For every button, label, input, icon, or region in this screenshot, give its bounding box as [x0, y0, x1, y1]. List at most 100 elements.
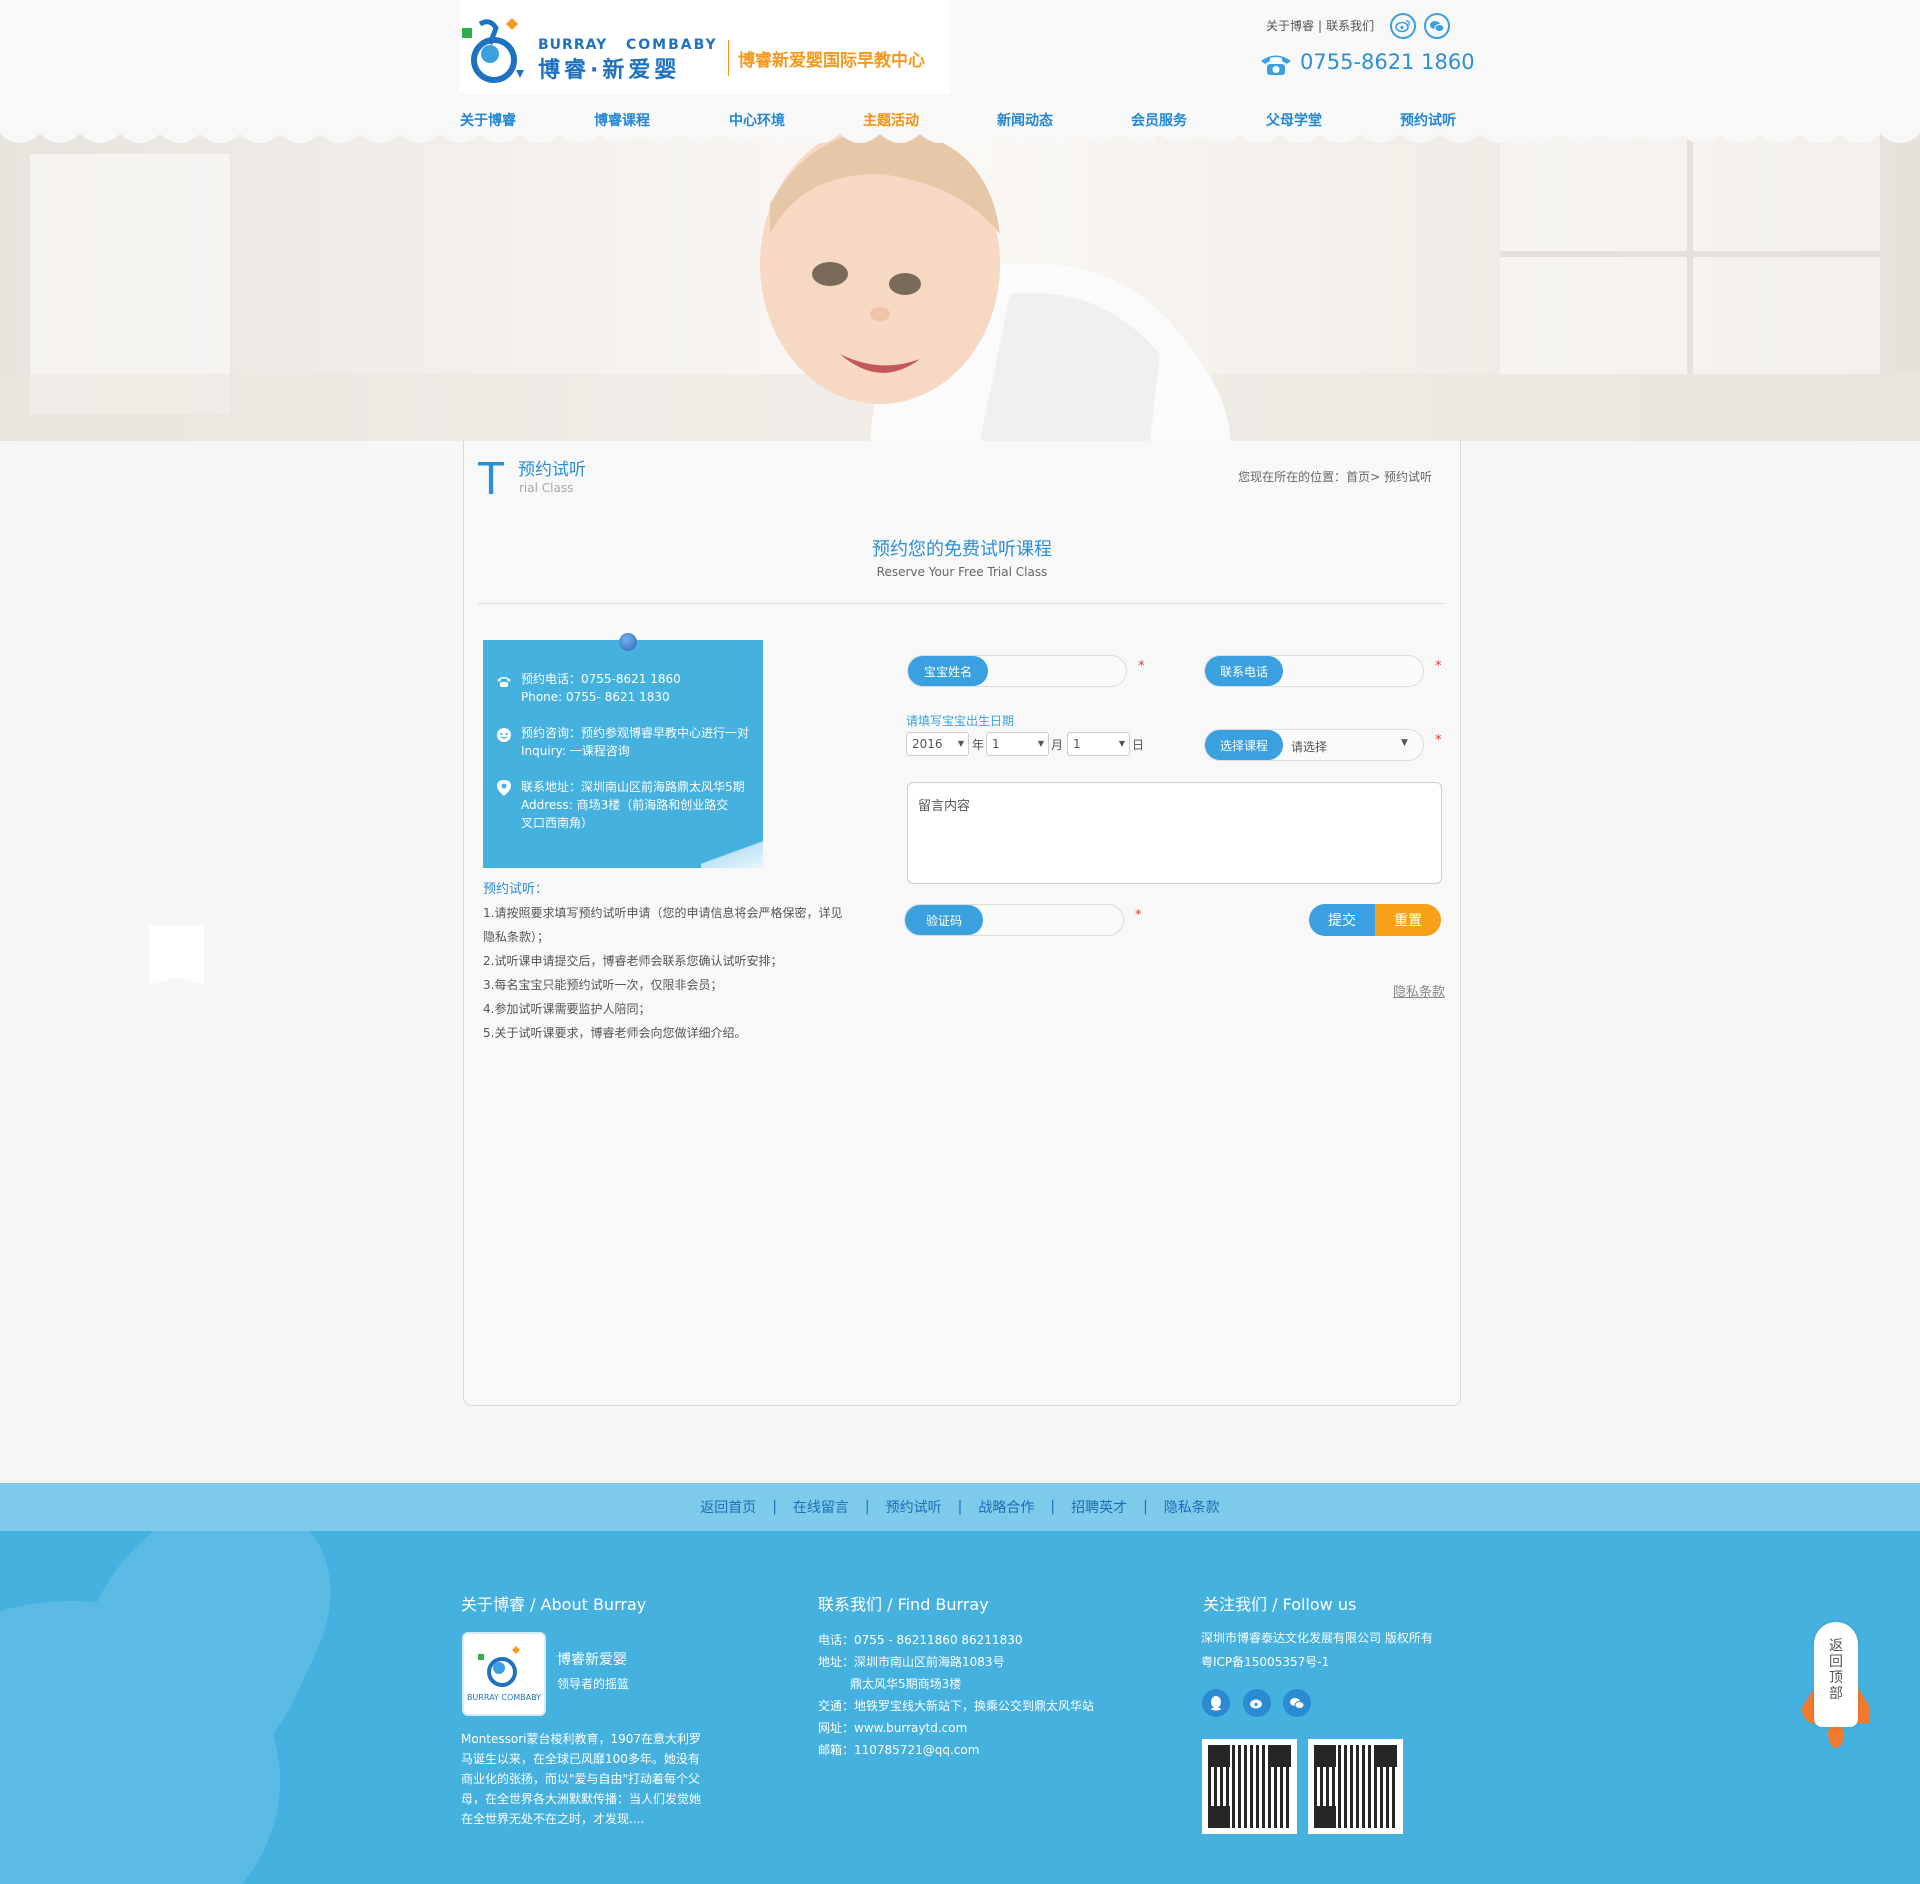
footer-icp: 粤ICP备15005357号-1 [1201, 1655, 1330, 1669]
address-line-cont: 叉口西南角） [521, 816, 594, 830]
contact-card: 预约电话：0755-8621 1860 Phone: 0755- 8621 18… [483, 633, 763, 868]
day-unit: 日 [1132, 738, 1145, 752]
nav-environment[interactable]: 中心环境 [729, 110, 785, 130]
logo-mark-icon [462, 18, 524, 83]
privacy-link[interactable]: 隐私条款 [1393, 981, 1445, 1000]
top-links: 关于博睿 | 联系我们 [1266, 17, 1374, 34]
breadcrumb: 您现在所在的位置：首页> 预约试听 [1238, 470, 1432, 484]
logo-en-combaby: COMBABY [626, 37, 718, 53]
content-panel: T 预约试听 rial Class 您现在所在的位置：首页> 预约试听 预约您的… [463, 441, 1461, 1406]
notes-item: 5.关于试听课要求，博睿老师会向您做详细介绍。 [483, 1026, 747, 1040]
location-pin-icon [496, 780, 512, 796]
footer-link-home[interactable]: 返回首页 [700, 1497, 756, 1517]
footer-link-separator: | [957, 1499, 963, 1515]
captcha-label: 验证码 [905, 905, 983, 935]
captcha-field[interactable]: 验证码 [904, 904, 1124, 936]
chat-icon [496, 727, 512, 743]
phone-field[interactable]: 联系电话 [1204, 655, 1424, 687]
required-mark: * [1435, 659, 1442, 674]
nav-parents[interactable]: 父母学堂 [1266, 110, 1322, 130]
phone-info: 预约电话：0755-8621 1860 Phone: 0755- 8621 18… [521, 670, 681, 706]
footer-link-trial[interactable]: 预约试听 [886, 1497, 942, 1517]
course-label: 选择课程 [1205, 730, 1283, 760]
footer-link-partners[interactable]: 战略合作 [978, 1497, 1034, 1517]
baby-name-label: 宝宝姓名 [908, 656, 988, 686]
phone-line: 预约电话：0755-8621 1860 [521, 672, 681, 686]
year-select[interactable]: 2016 ▼ [906, 732, 969, 756]
weibo-icon[interactable] [1243, 1689, 1271, 1717]
footer-link-careers[interactable]: 招聘英才 [1071, 1497, 1127, 1517]
footer-link-separator: | [1050, 1499, 1056, 1515]
birth-date-hint: 请填写宝宝出生日期 [906, 714, 1015, 728]
footer-copyright: 深圳市博睿泰达文化发展有限公司 版权所有 [1201, 1631, 1433, 1645]
nav-about[interactable]: 关于博睿 [460, 110, 516, 130]
header: BURRAY COMBABY 博睿·新爱婴 博睿新爱婴国际早教中心 关于博睿 |… [0, 0, 1920, 94]
weibo-icon[interactable] [1390, 13, 1416, 39]
baby-name-field[interactable]: 宝宝姓名 [907, 655, 1127, 687]
top-link-separator: | [1318, 18, 1323, 33]
chevron-down-icon: ▼ [1401, 738, 1408, 748]
nav-courses[interactable]: 博睿课程 [594, 110, 650, 130]
month-unit: 月 [1051, 738, 1064, 752]
nav-activities[interactable]: 主题活动 [863, 110, 919, 130]
reset-button[interactable]: 重置 [1375, 904, 1441, 936]
footer-link-separator: | [864, 1499, 870, 1515]
svg-text:BURRAY COMBABY: BURRAY COMBABY [467, 1693, 541, 1702]
back-to-top-button[interactable]: 返回顶部 [1802, 1622, 1870, 1752]
footer-brand-name: 博睿新爱婴 [557, 1652, 627, 1668]
dropdown-arrow-icon: ▼ [1118, 739, 1125, 748]
footer-contact-line: 电话：0755 - 86211860 86211830 [818, 1633, 1023, 1647]
phone-label: 联系电话 [1205, 656, 1283, 686]
footer-link-separator: | [772, 1499, 777, 1515]
logo-slogan: 博睿新爱婴国际早教中心 [738, 51, 925, 71]
course-value: 请选择 [1291, 740, 1328, 754]
notes-item: 2.试听课申请提交后，博睿老师会联系您确认试听安排； [483, 954, 783, 968]
notes-item: 3.每名宝宝只能预约试听一次，仅限非会员； [483, 978, 723, 992]
address-info: 联系地址：深圳南山区前海路鼎太风华5期 Address: 商场3楼（前海路和创业… [521, 778, 745, 832]
required-mark: * [1135, 908, 1142, 923]
wechat-icon[interactable] [1283, 1689, 1311, 1717]
wechat-icon[interactable] [1424, 13, 1450, 39]
side-bookmark[interactable] [149, 925, 204, 985]
qq-icon[interactable] [1202, 1689, 1230, 1717]
footer-contact-line: 鼎太风华5期商场3楼 [850, 1677, 962, 1691]
logo[interactable]: BURRAY COMBABY 博睿·新爱婴 博睿新爱婴国际早教中心 [460, 0, 950, 94]
address-line: 联系地址：深圳南山区前海路鼎太风华5期 [521, 780, 745, 794]
day-select[interactable]: 1 ▼ [1067, 732, 1130, 756]
logo-divider [728, 40, 729, 76]
year-unit: 年 [972, 738, 985, 752]
footer-website[interactable]: 网址：www.burraytd.com [818, 1717, 967, 1739]
nav-news[interactable]: 新闻动态 [997, 110, 1053, 130]
submit-button[interactable]: 提交 [1309, 904, 1375, 936]
page-title-initial: T [477, 452, 506, 504]
nav-members[interactable]: 会员服务 [1131, 110, 1187, 130]
phone-icon [1261, 55, 1291, 75]
address-line-en: Address: 商场3楼（前海路和创业路交 [521, 798, 729, 812]
inquiry-line-en: Inquiry: 一课程咨询 [521, 744, 630, 758]
top-link-about[interactable]: 关于博睿 [1266, 17, 1314, 34]
logo-mark-icon: BURRAY COMBABY [467, 1646, 541, 1702]
back-to-top-label: 返回顶部 [1829, 1638, 1843, 1702]
footer-link-privacy[interactable]: 隐私条款 [1164, 1497, 1220, 1517]
top-link-contact[interactable]: 联系我们 [1326, 17, 1374, 34]
month-select[interactable]: 1 ▼ [986, 732, 1049, 756]
qr-code-weibo [1308, 1739, 1403, 1834]
message-textarea[interactable]: 留言内容 [907, 782, 1442, 884]
month-value: 1 [992, 737, 1000, 751]
footer-link-message[interactable]: 在线留言 [793, 1497, 849, 1517]
page-curl [701, 838, 763, 868]
inquiry-line: 预约咨询：预约参观博睿早教中心进行一对 [521, 726, 750, 740]
required-mark: * [1138, 659, 1145, 674]
pin-icon [619, 633, 637, 651]
divider [478, 603, 1444, 604]
dropdown-arrow-icon: ▼ [1037, 739, 1044, 748]
footer-links: 返回首页 | 在线留言 | 预约试听 | 战略合作 | 招聘英才 | 隐私条款 [0, 1483, 1920, 1531]
logo-cn: 博睿·新爱婴 [538, 58, 681, 83]
footer: 关于博睿 / About Burray BURRAY COMBABY 博睿新爱婴… [0, 1531, 1920, 1884]
main-nav: 关于博睿 博睿课程 中心环境 主题活动 新闻动态 会员服务 父母学堂 预约试听 [460, 110, 1460, 134]
footer-email[interactable]: 邮箱：110785721@qq.com [818, 1739, 979, 1761]
top-phone: 0755-8621 1860 [1300, 50, 1475, 74]
nav-trial[interactable]: 预约试听 [1400, 110, 1456, 130]
course-select[interactable]: 选择课程 请选择 ▼ [1204, 729, 1424, 761]
required-mark: * [1435, 733, 1442, 748]
